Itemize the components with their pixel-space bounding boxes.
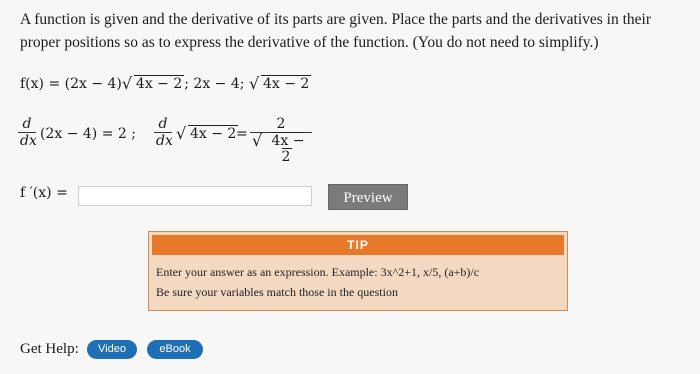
derivative-sqrt-part: 4x − 2 bbox=[176, 124, 239, 143]
answer-label: f ′(x) = bbox=[20, 185, 68, 201]
sqrt-part-argument: 4x − 2 bbox=[260, 75, 312, 92]
d-dx-operator-1: d dx bbox=[18, 116, 37, 149]
function-parts: ; 2x − 4; bbox=[184, 76, 245, 92]
sqrt-argument: 4x − 2 bbox=[133, 75, 185, 92]
equals-sign: = bbox=[236, 126, 248, 142]
tip-line-2: Be sure your variables match those in th… bbox=[156, 285, 398, 299]
function-lhs: f(x) = (2x − 4) bbox=[20, 76, 122, 92]
ebook-help-button[interactable]: eBook bbox=[147, 340, 203, 359]
given-function: f(x) = (2x − 4)4x − 2; 2x − 4; 4x − 2 bbox=[20, 74, 312, 93]
d-dx-operator-2: d dx bbox=[154, 116, 173, 149]
video-help-button[interactable]: Video bbox=[87, 340, 137, 359]
preview-button[interactable]: Preview bbox=[328, 184, 408, 210]
get-help-label: Get Help: bbox=[20, 341, 79, 357]
question-panel: A function is given and the derivative o… bbox=[0, 0, 700, 374]
derivative-linear-part: (2x − 4) = 2 ; bbox=[40, 126, 136, 142]
derivative-result-fraction: 2 4x − 2 bbox=[250, 116, 312, 165]
sqrt-term: 4x − 2 bbox=[122, 74, 185, 93]
sqrt-part: 4x − 2 bbox=[249, 74, 312, 93]
question-text: A function is given and the derivative o… bbox=[20, 11, 652, 51]
tip-box: TIP Enter your answer as an expression. … bbox=[148, 231, 568, 311]
result-denominator: 4x − 2 bbox=[250, 131, 312, 165]
tip-header: TIP bbox=[152, 235, 564, 255]
tip-line-1: Enter your answer as an expression. Exam… bbox=[156, 265, 480, 279]
answer-input[interactable] bbox=[78, 186, 312, 206]
